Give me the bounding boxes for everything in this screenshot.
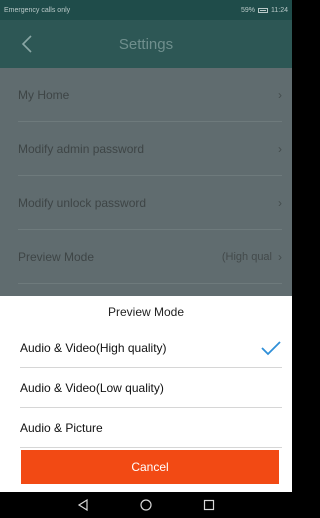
sheet-title: Preview Mode — [107, 305, 185, 319]
settings-list: My Home › Modify admin password › Modify… — [0, 68, 292, 298]
battery-percent: 59% — [240, 6, 255, 14]
back-triangle-icon[interactable] — [76, 498, 90, 512]
battery-icon — [258, 7, 268, 13]
settings-item-label: My Home — [18, 87, 70, 102]
settings-item-label: Modify unlock password — [18, 195, 147, 210]
home-circle-icon[interactable] — [139, 498, 153, 512]
page-title: Settings — [118, 35, 174, 53]
option-label: Audio & Picture — [20, 420, 103, 435]
checkmark-icon — [260, 340, 282, 356]
settings-item-modify-unlock-password[interactable]: Modify unlock password › — [18, 176, 282, 230]
app-screen: Emergency calls only 59% 11:24 Settings … — [0, 0, 292, 518]
status-time: 11:24 — [271, 6, 288, 14]
cancel-button[interactable]: Cancel — [21, 450, 279, 484]
chevron-right-icon: › — [278, 141, 282, 156]
chevron-right-icon: › — [278, 195, 282, 210]
settings-item-modify-admin-password[interactable]: Modify admin password › — [18, 122, 282, 176]
status-carrier-text: Emergency calls only — [4, 6, 71, 14]
option-audio-video-low[interactable]: Audio & Video(Low quality) — [20, 368, 282, 408]
option-label: Audio & Video(Low quality) — [20, 380, 164, 395]
status-indicators: 59% 11:24 — [241, 7, 288, 14]
app-header: Settings — [0, 20, 292, 68]
android-nav-bar — [0, 492, 292, 518]
recents-square-icon[interactable] — [202, 498, 216, 512]
settings-item-label: Preview Mode — [18, 249, 95, 264]
preview-mode-value-group: (High qual › — [222, 250, 282, 264]
option-audio-video-high[interactable]: Audio & Video(High quality) — [20, 328, 282, 368]
chevron-right-icon: › — [278, 249, 282, 264]
chevron-left-icon[interactable] — [16, 32, 40, 56]
settings-item-preview-mode[interactable]: Preview Mode (High qual › — [18, 230, 282, 284]
preview-mode-value: (High qual — [221, 250, 272, 263]
settings-item-label: Modify admin password — [18, 141, 145, 156]
preview-mode-sheet: Preview Mode Audio & Video(High quality)… — [0, 296, 292, 492]
option-audio-picture[interactable]: Audio & Picture — [20, 408, 282, 448]
status-bar: Emergency calls only 59% 11:24 — [0, 0, 292, 20]
settings-item-my-home[interactable]: My Home › — [18, 68, 282, 122]
chevron-right-icon: › — [278, 87, 282, 102]
option-label: Audio & Video(High quality) — [20, 340, 167, 355]
